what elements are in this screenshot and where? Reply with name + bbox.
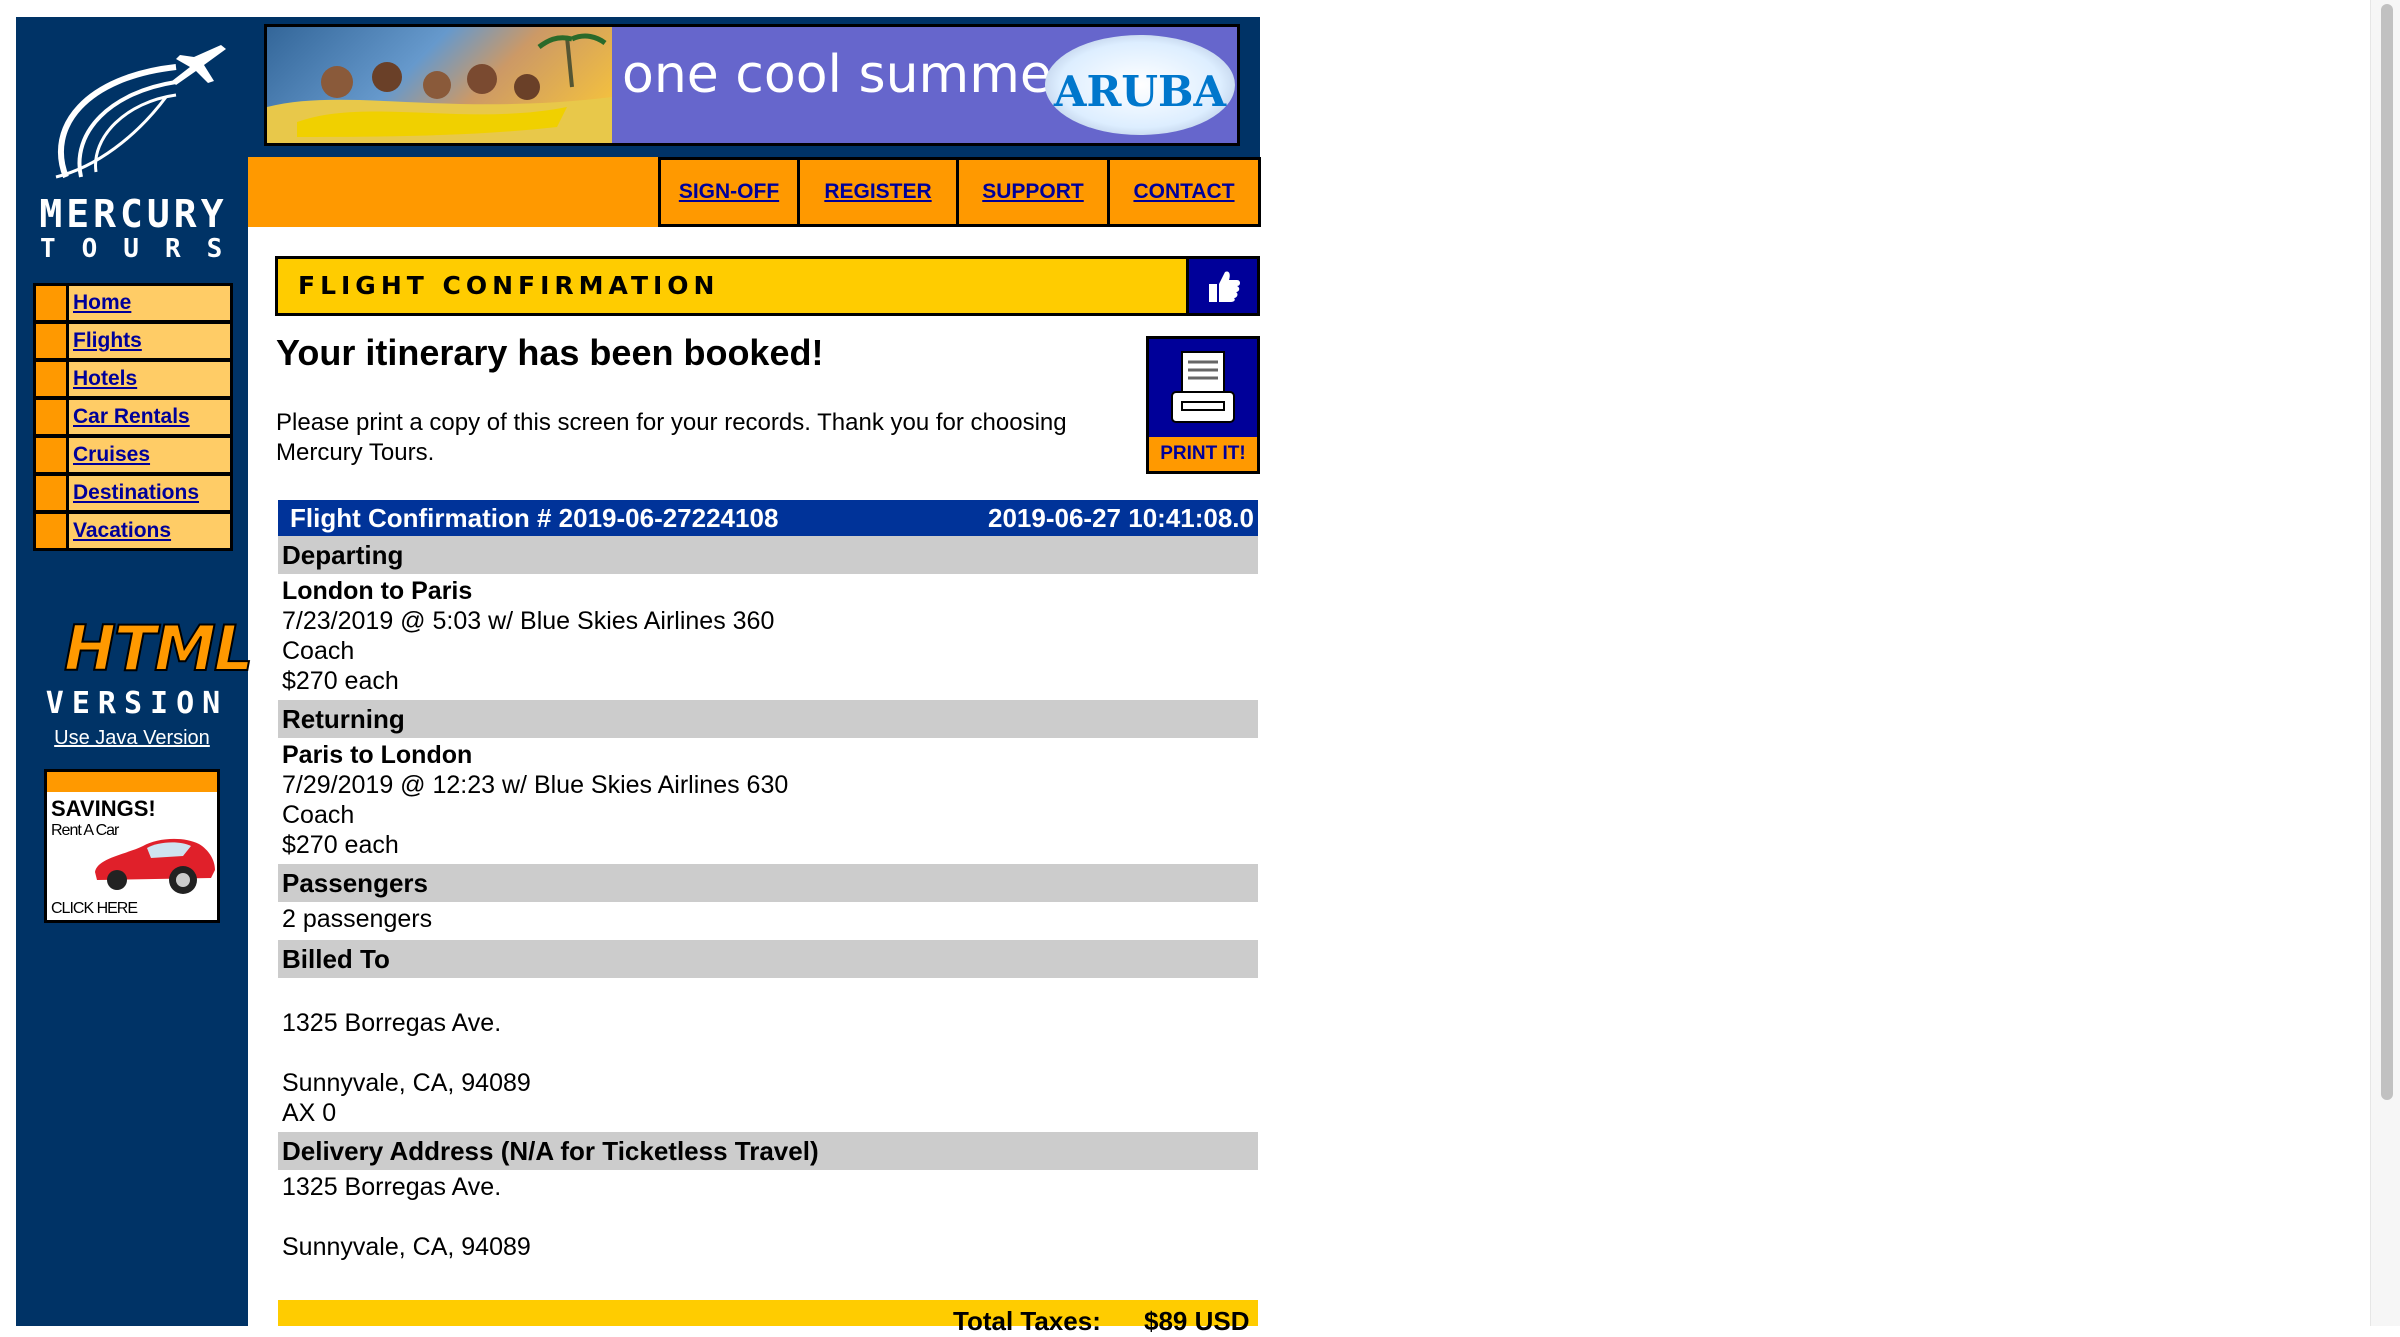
banner-photo: [267, 27, 612, 143]
sidebar-link-hotels[interactable]: Hotels: [69, 362, 137, 396]
returning-class: Coach: [282, 801, 355, 829]
booking-heading: Your itinerary has been booked!: [276, 332, 824, 373]
nav-tab-marker: [36, 362, 69, 396]
mercury-tours-logo[interactable]: MERCURY TOURS: [26, 37, 249, 264]
total-taxes-bar: Total Taxes: $89 USD: [278, 1300, 1258, 1336]
aruba-badge-text: ARUBA: [1053, 67, 1227, 116]
sidebar-link-cruises[interactable]: Cruises: [69, 438, 150, 472]
top-nav: SIGN-OFF REGISTER SUPPORT CONTACT: [248, 157, 1261, 227]
printer-icon: [1149, 339, 1257, 437]
red-car-icon: [95, 838, 215, 894]
sign-off-link[interactable]: SIGN-OFF: [679, 180, 779, 204]
vertical-scrollbar[interactable]: [2370, 0, 2400, 1326]
returning-header: Returning: [278, 700, 1258, 738]
sidebar-link-home[interactable]: Home: [69, 286, 131, 320]
billing-address-line1: 1325 Borregas Ave.: [282, 1009, 502, 1037]
page-title-bar: FLIGHT CONFIRMATION: [275, 256, 1260, 316]
rent-a-car-ad[interactable]: SAVINGS! Rent A Car CLICK HERE: [44, 769, 220, 923]
nav-tab-marker: [36, 514, 69, 548]
register-link[interactable]: REGISTER: [824, 180, 931, 204]
thumbs-up-icon: [1189, 259, 1257, 313]
contact-link[interactable]: CONTACT: [1133, 180, 1234, 204]
top-nav-contact: CONTACT: [1110, 160, 1258, 224]
print-message: Please print a copy of this screen for y…: [276, 409, 1067, 466]
sidebar-link-flights[interactable]: Flights: [69, 324, 142, 358]
sidebar-nav: Home Flights Hotels Car Rentals Cruises …: [33, 283, 233, 551]
top-nav-links: SIGN-OFF REGISTER SUPPORT CONTACT: [658, 157, 1261, 227]
sidebar-item-flights: Flights: [36, 324, 230, 358]
aruba-banner-ad[interactable]: one cool summer ARUBA: [264, 24, 1240, 146]
sidebar-link-car-rentals[interactable]: Car Rentals: [69, 400, 190, 434]
departing-class: Coach: [282, 637, 355, 665]
page-title: FLIGHT CONFIRMATION: [278, 259, 1186, 313]
sidebar-item-home: Home: [36, 286, 230, 320]
ad-top-bar: [47, 772, 217, 792]
html-version-big-text: HTML: [63, 612, 254, 685]
nav-tab-marker: [36, 476, 69, 510]
nav-tab-marker: [36, 400, 69, 434]
use-java-version-link[interactable]: Use Java Version: [16, 727, 248, 750]
sidebar-item-car-rentals: Car Rentals: [36, 400, 230, 434]
print-it-label: PRINT IT!: [1149, 437, 1257, 471]
banner: one cool summer ARUBA: [248, 17, 1260, 157]
aruba-badge: ARUBA: [1045, 35, 1235, 135]
nav-tab-marker: [36, 324, 69, 358]
top-nav-register: REGISTER: [800, 160, 956, 224]
confirmation-timestamp: 2019-06-27 10:41:08.0: [988, 503, 1254, 533]
sidebar-item-cruises: Cruises: [36, 438, 230, 472]
confirmation-header: Flight Confirmation # 2019-06-27224108 2…: [278, 500, 1258, 536]
passengers-count: 2 passengers: [282, 905, 433, 933]
html-version-small-text: VERSION: [45, 686, 229, 721]
returning-details: 7/29/2019 @ 12:23 w/ Blue Skies Airlines…: [282, 771, 789, 799]
billed-to-header: Billed To: [278, 940, 1258, 978]
departing-header: Departing: [278, 536, 1258, 574]
confirmation-number: Flight Confirmation # 2019-06-27224108: [290, 503, 779, 533]
ad-title: SAVINGS!: [51, 796, 156, 821]
support-link[interactable]: SUPPORT: [982, 180, 1084, 204]
top-nav-support: SUPPORT: [959, 160, 1107, 224]
banner-tagline: one cool summer: [622, 45, 1074, 105]
brand-subtitle: TOURS: [40, 234, 249, 264]
delivery-address-line2: Sunnyvale, CA, 94089: [282, 1233, 531, 1261]
departing-route: London to Paris: [282, 577, 473, 605]
departing-details: 7/23/2019 @ 5:03 w/ Blue Skies Airlines …: [282, 607, 775, 635]
sidebar-item-vacations: Vacations: [36, 514, 230, 548]
sidebar-link-destinations[interactable]: Destinations: [69, 476, 199, 510]
sidebar-item-destinations: Destinations: [36, 476, 230, 510]
billing-address-line2: Sunnyvale, CA, 94089: [282, 1069, 531, 1097]
brand-name: MERCURY: [39, 192, 228, 236]
delivery-address-line1: 1325 Borregas Ave.: [282, 1173, 502, 1201]
print-it-button[interactable]: PRINT IT!: [1146, 336, 1260, 474]
sidebar: MERCURY TOURS Home Flights Hotels Car Re…: [16, 17, 255, 1326]
nav-tab-marker: [36, 438, 69, 472]
ad-cta: CLICK HERE: [51, 900, 138, 917]
sidebar-link-vacations[interactable]: Vacations: [69, 514, 171, 548]
passengers-header: Passengers: [278, 864, 1258, 902]
beach-photo-icon: [267, 33, 612, 143]
returning-route: Paris to London: [282, 741, 473, 769]
airplane-logo-icon: [55, 45, 226, 179]
sidebar-item-hotels: Hotels: [36, 362, 230, 396]
confirmation-table: Flight Confirmation # 2019-06-27224108 2…: [278, 500, 1258, 1262]
nav-tab-marker: [36, 286, 69, 320]
total-taxes-label: Total Taxes:: [953, 1306, 1101, 1336]
delivery-header: Delivery Address (N/A for Ticketless Tra…: [278, 1132, 1258, 1170]
departing-price: $270 each: [282, 667, 399, 695]
total-taxes-value: $89 USD: [1144, 1306, 1250, 1336]
html-version-badge: HTML VERSION: [42, 597, 255, 721]
returning-price: $270 each: [282, 831, 399, 859]
top-nav-sign-off: SIGN-OFF: [661, 160, 797, 224]
billing-card: AX 0: [282, 1099, 337, 1127]
scrollbar-thumb[interactable]: [2381, 4, 2393, 1100]
